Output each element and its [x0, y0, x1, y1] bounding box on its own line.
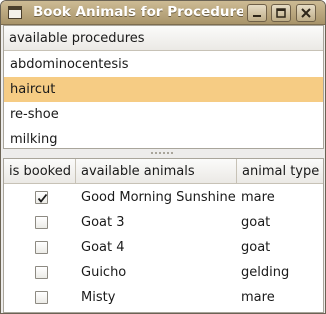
animal-type: gelding: [241, 265, 290, 280]
animal-name: Guicho: [81, 265, 127, 280]
booked-checkbox[interactable]: [35, 191, 48, 204]
animal-type: goat: [241, 240, 271, 255]
column-header-available-animals[interactable]: available animals: [76, 159, 237, 184]
procedure-row[interactable]: milking: [4, 127, 323, 152]
animal-type: mare: [241, 290, 275, 305]
animal-name: Misty: [81, 290, 116, 305]
maximize-icon: [276, 8, 286, 18]
animal-name: Goat 3: [81, 215, 125, 230]
column-header-is-booked[interactable]: is booked: [4, 159, 76, 184]
booked-checkbox[interactable]: [35, 291, 48, 304]
window-title: Book Animals for Procedure: [33, 4, 243, 20]
procedure-row[interactable]: re-shoe: [4, 102, 323, 127]
animal-type: goat: [241, 215, 271, 230]
animal-name: Goat 4: [81, 240, 125, 255]
table-row[interactable]: Goat 4 goat: [4, 235, 323, 260]
animal-name: Good Morning Sunshine: [81, 190, 236, 205]
procedure-row-selected[interactable]: haircut: [4, 77, 323, 102]
title-bar[interactable]: Book Animals for Procedure: [1, 1, 325, 25]
booked-checkbox[interactable]: [35, 241, 48, 254]
minimize-icon: [253, 15, 261, 17]
maximize-button[interactable]: [271, 4, 291, 22]
window-icon[interactable]: [8, 6, 22, 19]
minimize-button[interactable]: [247, 4, 267, 22]
booked-checkbox[interactable]: [35, 266, 48, 279]
pane-splitter-grip[interactable]: [151, 151, 177, 155]
table-row[interactable]: Guicho gelding: [4, 260, 323, 285]
close-icon: [301, 8, 311, 18]
animals-table[interactable]: is booked available animals animal type …: [3, 158, 324, 313]
procedures-list[interactable]: available procedures abdominocentesis ha…: [3, 25, 324, 149]
check-icon: [37, 193, 48, 203]
book-animals-window: Book Animals for Procedure available pro…: [0, 0, 326, 314]
table-row[interactable]: Goat 3 goat: [4, 210, 323, 235]
table-row[interactable]: Misty mare: [4, 285, 323, 310]
booked-checkbox[interactable]: [35, 216, 48, 229]
column-header-animal-type[interactable]: animal type: [237, 159, 323, 184]
table-row[interactable]: Good Morning Sunshine mare: [4, 185, 323, 210]
column-header-procedures[interactable]: available procedures: [4, 26, 323, 51]
procedure-row[interactable]: abdominocentesis: [4, 52, 323, 77]
animal-type: mare: [241, 190, 275, 205]
close-button[interactable]: [296, 4, 316, 22]
